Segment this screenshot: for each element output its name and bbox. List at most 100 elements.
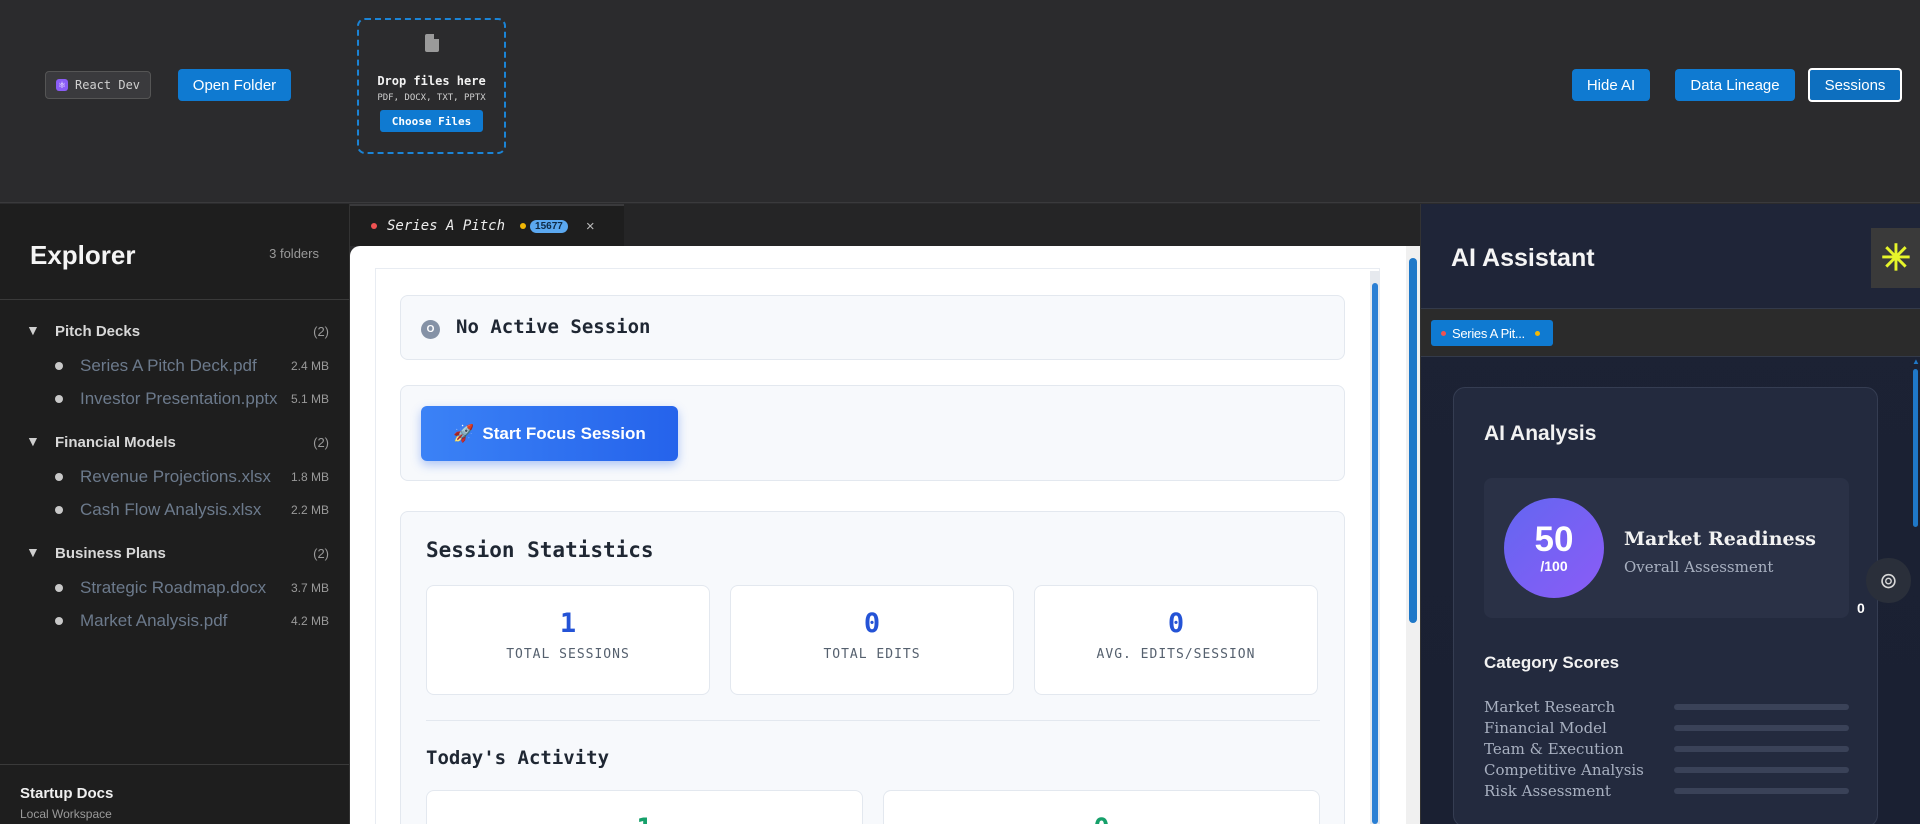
ai-tab-series-a-pitch[interactable]: Series A Pit... [1431, 320, 1553, 346]
ai-assistant-header: AI Assistant ✳ [1421, 204, 1920, 309]
panel-scrollbar[interactable] [1370, 271, 1380, 824]
folder-name: Pitch Decks [55, 323, 141, 340]
session-status-card: O No Active Session [400, 295, 1345, 360]
stat-value: 0 [1167, 608, 1185, 639]
file-size: 3.7 MB [290, 581, 329, 595]
caret-down-icon: ▼ [26, 322, 40, 338]
workspace-name: Startup Docs [20, 785, 114, 802]
tab-series-a-pitch[interactable]: Series A Pitch 15677 × [350, 204, 624, 246]
file-size: 2.4 MB [290, 359, 329, 373]
file-bullet-icon [55, 362, 63, 370]
folder-business-plans[interactable]: ▼ Business Plans (2) [0, 538, 350, 568]
file-bullet-icon [55, 506, 63, 514]
file-item[interactable]: Cash Flow Analysis.xlsx 2.2 MB [0, 494, 350, 524]
start-focus-session-button[interactable]: 🚀 Start Focus Session [421, 406, 678, 461]
stat-total-sessions: 1 TOTAL SESSIONS [426, 585, 710, 695]
category-name: Financial Model [1484, 719, 1607, 737]
choose-files-button[interactable]: Choose Files [380, 110, 483, 132]
file-size: 2.2 MB [290, 503, 329, 517]
score-value: 50 [1534, 520, 1574, 559]
open-folder-button[interactable]: Open Folder [178, 69, 291, 101]
category-bar [1674, 725, 1849, 731]
file-size: 5.1 MB [290, 392, 329, 406]
ai-assistant-panel: AI Assistant ✳ Series A Pit... AI Analys… [1420, 204, 1920, 824]
start-focus-session-label: Start Focus Session [482, 423, 646, 443]
file-size: 1.8 MB [290, 470, 329, 484]
sessions-button[interactable]: Sessions [1808, 68, 1902, 102]
workspace-subtitle: Local Workspace [20, 807, 112, 821]
ai-analysis-title: AI Analysis [1484, 422, 1597, 445]
stat-value: 0 [863, 608, 881, 639]
category-row: Financial Model [1484, 717, 1849, 737]
explorer-header: Explorer 3 folders [0, 204, 349, 300]
explorer-sidebar: Explorer 3 folders ▼ Pitch Decks (2) Ser… [0, 204, 350, 824]
file-name: Market Analysis.pdf [80, 611, 228, 630]
environment-badge: ⚛ React Dev [45, 71, 152, 99]
readiness-subtitle: Overall Assessment [1624, 558, 1774, 576]
file-name: Revenue Projections.xlsx [80, 467, 271, 486]
sparkle-icon[interactable]: ✳ [1871, 228, 1920, 288]
stat-total-edits: 0 TOTAL EDITS [730, 585, 1014, 695]
file-name: Cash Flow Analysis.xlsx [80, 500, 262, 519]
folder-count: 3 folders [269, 246, 319, 261]
file-name: Investor Presentation.pptx [80, 389, 278, 408]
file-item[interactable]: Market Analysis.pdf 4.2 MB [0, 605, 350, 635]
dropzone-title: Drop files here [377, 74, 486, 88]
folder-file-count: (2) [313, 435, 329, 450]
file-dropzone[interactable]: Drop files here PDF, DOCX, TXT, PPTX Cho… [357, 18, 506, 154]
category-row: Risk Assessment [1484, 780, 1849, 800]
target-icon[interactable]: ⊚ [1866, 558, 1911, 603]
session-status-icon: O [421, 320, 440, 339]
ai-panel-scrollbar[interactable]: ▲ [1911, 357, 1920, 824]
session-status-text: No Active Session [456, 316, 651, 338]
file-name: Series A Pitch Deck.pdf [80, 356, 257, 375]
today-stat: 1 [426, 790, 863, 824]
float-count: 0 [1857, 600, 1865, 616]
explorer-title: Explorer [30, 240, 136, 270]
score-circle: 50 /100 [1504, 498, 1604, 598]
close-icon[interactable]: × [586, 218, 595, 235]
category-bar [1674, 788, 1849, 794]
session-statistics-title: Session Statistics [426, 538, 654, 562]
rocket-icon: 🚀 [453, 423, 475, 443]
folder-name: Business Plans [55, 545, 166, 562]
file-bullet-icon [55, 584, 63, 592]
hide-ai-button[interactable]: Hide AI [1572, 69, 1650, 101]
market-readiness-box: 50 /100 Market Readiness Overall Assessm… [1484, 478, 1849, 618]
editor-tab-bar: Series A Pitch 15677 × [350, 204, 1420, 246]
file-bullet-icon [55, 617, 63, 625]
stat-label: TOTAL EDITS [823, 647, 921, 662]
dropzone-file-types: PDF, DOCX, TXT, PPTX [377, 93, 486, 103]
section-divider [426, 720, 1320, 721]
file-name: Strategic Roadmap.docx [80, 578, 267, 597]
today-stat-value: 0 [884, 813, 1319, 824]
editor-scrollbar[interactable] [1406, 246, 1420, 824]
category-row: Competitive Analysis [1484, 759, 1849, 779]
score-denominator: /100 [1540, 558, 1568, 574]
folder-financial-models[interactable]: ▼ Financial Models (2) [0, 427, 350, 457]
top-toolbar: ⚛ React Dev Open Folder Drop files here … [0, 0, 1920, 203]
file-item[interactable]: Strategic Roadmap.docx 3.7 MB [0, 572, 350, 602]
react-icon: ⚛ [56, 79, 68, 91]
file-item[interactable]: Revenue Projections.xlsx 1.8 MB [0, 461, 350, 491]
file-item[interactable]: Series A Pitch Deck.pdf 2.4 MB [0, 350, 350, 380]
category-scores-title: Category Scores [1484, 653, 1620, 672]
session-statistics-card: Session Statistics 1 TOTAL SESSIONS 0 TO… [400, 511, 1345, 824]
editor-scrollbar-thumb[interactable] [1409, 258, 1417, 623]
today-stat: 0 [883, 790, 1320, 824]
environment-label: React Dev [75, 78, 141, 92]
unsaved-dot-icon [1441, 330, 1446, 336]
panel-scrollbar-thumb[interactable] [1372, 283, 1378, 824]
folder-pitch-decks[interactable]: ▼ Pitch Decks (2) [0, 316, 350, 346]
category-name: Team & Execution [1484, 740, 1624, 758]
file-item[interactable]: Investor Presentation.pptx 5.1 MB [0, 383, 350, 413]
ai-assistant-title: AI Assistant [1451, 244, 1595, 272]
data-lineage-button[interactable]: Data Lineage [1675, 69, 1795, 101]
ai-document-tabs: Series A Pit... [1421, 309, 1920, 357]
todays-activity-title: Today's Activity [426, 747, 610, 769]
caret-down-icon: ▼ [26, 544, 40, 560]
ai-panel-scrollbar-thumb[interactable] [1913, 369, 1918, 527]
stat-label: TOTAL SESSIONS [506, 647, 630, 662]
scroll-up-icon[interactable]: ▲ [1912, 357, 1920, 366]
workspace-footer: Startup Docs Local Workspace [0, 764, 349, 824]
